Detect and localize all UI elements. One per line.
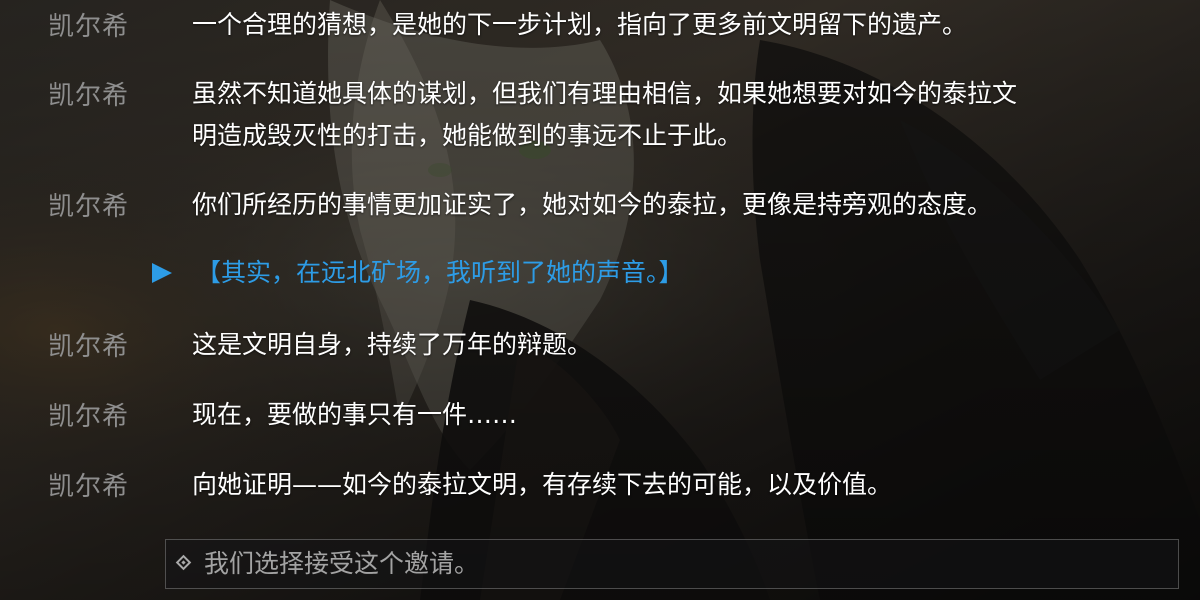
dialogue-text: 一个合理的猜想，是她的下一步计划，指向了更多前文明留下的遗产。 bbox=[192, 10, 968, 39]
dialogue-text: 虽然不知道她具体的谋划，但我们有理由相信，如果她想要对如今的泰拉文 明造成毁灭性… bbox=[192, 79, 1018, 150]
speaker-name: 凯尔希 bbox=[48, 472, 130, 502]
dialogue-option-button[interactable]: 我们选择接受这个邀请。 bbox=[165, 539, 1179, 589]
dialogue-log-screen: 凯尔希 一个合理的猜想，是她的下一步计划，指向了更多前文明留下的遗产。 凯尔希 … bbox=[0, 0, 1200, 600]
diamond-icon bbox=[175, 554, 192, 571]
dialogue-text: 向她证明——如今的泰拉文明，有存续下去的可能，以及价值。 bbox=[192, 470, 893, 499]
speaker-name: 凯尔希 bbox=[48, 192, 130, 222]
dialogue-log[interactable]: 凯尔希 一个合理的猜想，是她的下一步计划，指向了更多前文明留下的遗产。 凯尔希 … bbox=[0, 0, 1200, 530]
speaker-name: 凯尔希 bbox=[48, 81, 130, 111]
play-arrow-icon bbox=[152, 263, 172, 283]
speaker-name: 凯尔希 bbox=[48, 402, 130, 432]
dialogue-option-label: 我们选择接受这个邀请。 bbox=[204, 549, 480, 578]
speaker-name: 凯尔希 bbox=[48, 332, 130, 362]
dialogue-text: 这是文明自身，持续了万年的辩题。 bbox=[192, 330, 593, 359]
speaker-name: 凯尔希 bbox=[48, 12, 130, 42]
player-choice-text: 【其实，在远北矿场，我听到了她的声音。】 bbox=[196, 258, 684, 287]
dialogue-text: 现在，要做的事只有一件…… bbox=[192, 400, 518, 429]
dialogue-text: 你们所经历的事情更加证实了，她对如今的泰拉，更像是持旁观的态度。 bbox=[192, 190, 993, 219]
